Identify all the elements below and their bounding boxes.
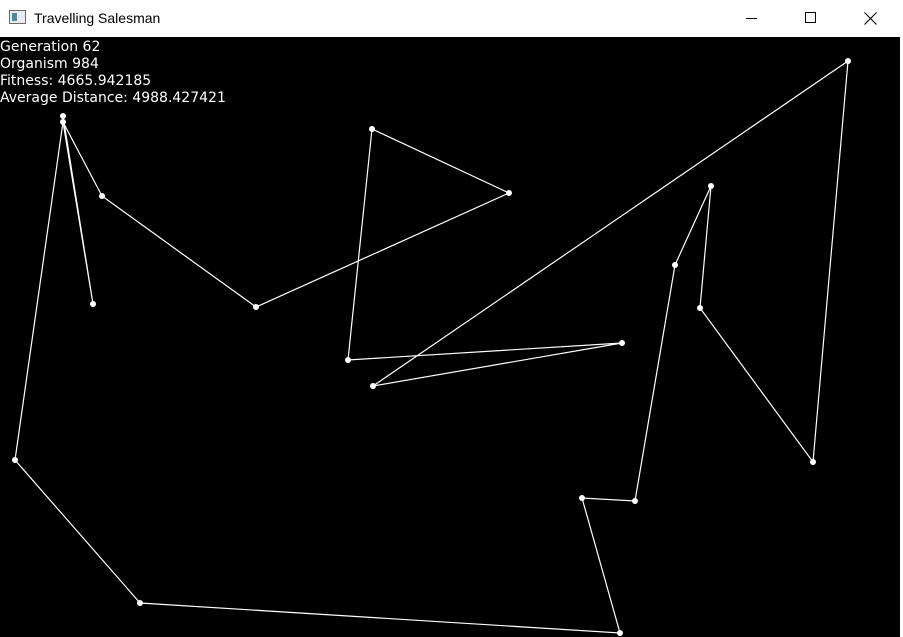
city-node (370, 383, 376, 389)
city-node (632, 498, 638, 504)
city-node (253, 304, 259, 310)
city-node (345, 357, 351, 363)
city-node (845, 58, 851, 64)
city-node (579, 495, 585, 501)
city-node (137, 600, 143, 606)
city-node (12, 457, 18, 463)
city-node (90, 301, 96, 307)
title-bar[interactable]: Travelling Salesman (0, 0, 903, 37)
maximize-icon (805, 12, 816, 23)
city-node (708, 183, 714, 189)
maximize-button[interactable] (782, 0, 840, 36)
city-node (672, 262, 678, 268)
close-button[interactable] (841, 0, 899, 36)
city-node (697, 305, 703, 311)
organism-label: Organism 984 (0, 56, 99, 72)
window-title: Travelling Salesman (34, 10, 161, 26)
generation-label: Generation 62 (0, 39, 101, 55)
city-node (99, 193, 105, 199)
stats-overlay: Generation 62 Organism 984 Fitness: 4665… (0, 39, 226, 107)
average-distance-label: Average Distance: 4988.427421 (0, 90, 226, 106)
minimize-icon (746, 18, 757, 19)
city-node (60, 119, 66, 125)
app-window-icon (9, 10, 26, 24)
tour-path (14, 59, 849, 634)
city-node (60, 113, 66, 119)
minimize-button[interactable] (723, 0, 781, 36)
close-icon (863, 11, 877, 25)
city-node (810, 459, 816, 465)
city-node (617, 630, 623, 636)
route-visualization (12, 58, 851, 636)
tsp-canvas: Generation 62 Organism 984 Fitness: 4665… (0, 37, 900, 637)
city-node (619, 340, 625, 346)
city-node (369, 126, 375, 132)
city-node (506, 190, 512, 196)
fitness-label: Fitness: 4665.942185 (0, 73, 152, 89)
